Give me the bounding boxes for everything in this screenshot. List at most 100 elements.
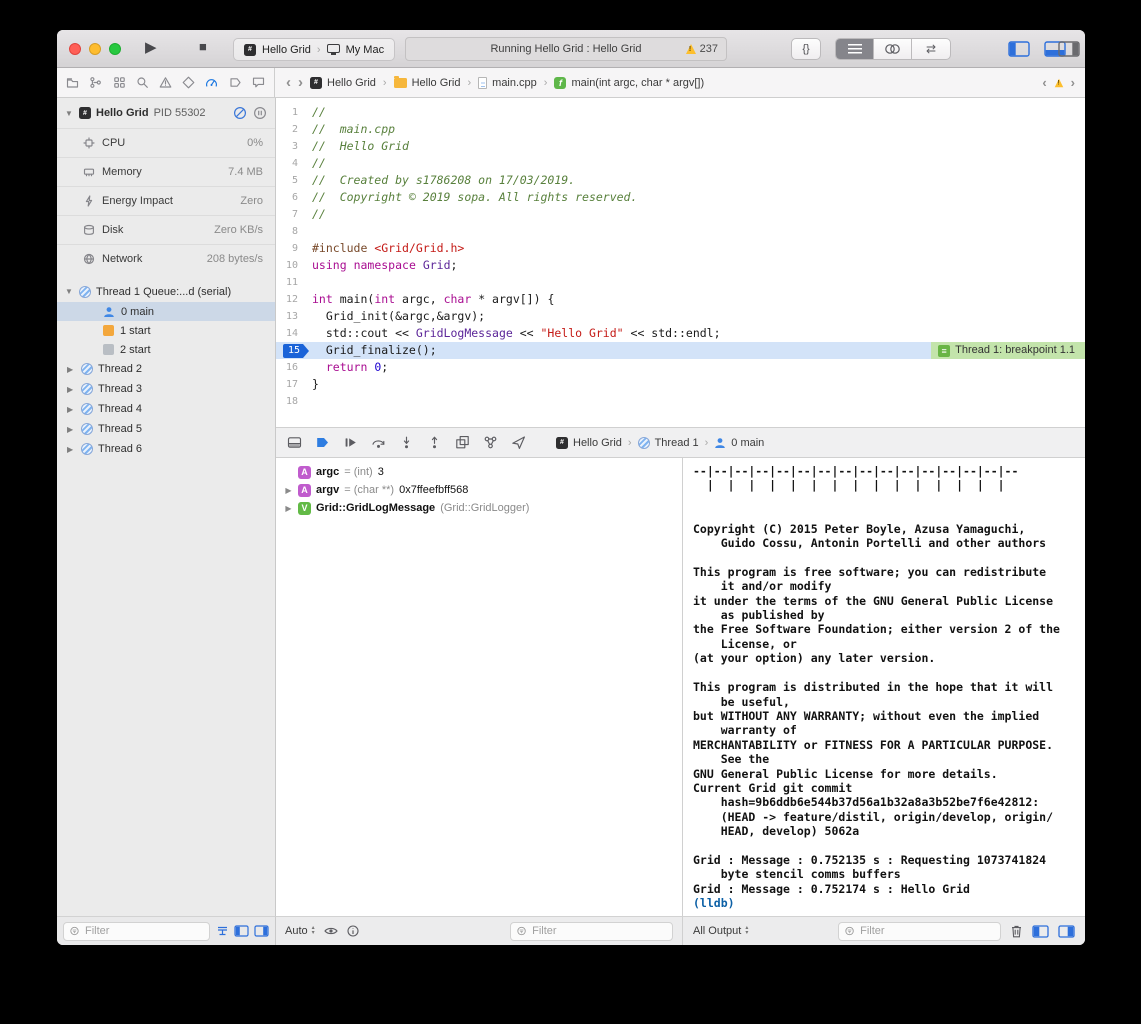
variables-view[interactable]: Aargc= (int)3▶Aargv= (char **)0x7ffeefbf…	[276, 458, 682, 916]
gauge-row[interactable]: Network208 bytes/s	[57, 244, 275, 273]
flatten-frames-icon[interactable]	[216, 925, 229, 937]
code-line[interactable]: 1//	[276, 104, 1085, 121]
scheme-selector[interactable]: # Hello Grid › My Mac	[233, 38, 395, 61]
line-number[interactable]: 17	[276, 376, 312, 393]
breakpoints-toggle-icon[interactable]	[314, 434, 331, 451]
run-button[interactable]: ▶	[145, 38, 157, 56]
code-line[interactable]: 12int main(int argc, char * argv[]) {	[276, 291, 1085, 308]
disclosure-open-icon[interactable]: ▼	[65, 287, 74, 296]
version-editor-button[interactable]: ⇄	[912, 39, 950, 59]
variables-scope-popup[interactable]: Auto ▴▾	[285, 925, 315, 937]
disclosure-closed-icon[interactable]: ▶	[67, 385, 76, 394]
trash-icon[interactable]	[1010, 924, 1023, 938]
close-window-button[interactable]	[69, 43, 81, 55]
pause-process-icon[interactable]	[253, 106, 267, 120]
toggle-navigator-button[interactable]	[1007, 40, 1031, 57]
code-line[interactable]: 11	[276, 274, 1085, 291]
assistant-editor-button[interactable]	[874, 39, 912, 59]
line-number[interactable]: 15	[276, 342, 312, 359]
breakpoint-annotation[interactable]: ≡Thread 1: breakpoint 1.1	[931, 342, 1085, 359]
info-icon[interactable]	[347, 925, 359, 937]
thread-row[interactable]: ▶Thread 3	[57, 379, 275, 399]
line-number[interactable]: 6	[276, 189, 312, 206]
memory-graph-icon[interactable]	[482, 434, 499, 451]
code-line[interactable]: 18	[276, 393, 1085, 410]
process-row[interactable]: ▼ # Hello Grid PID 55302	[57, 98, 275, 128]
line-number[interactable]: 12	[276, 291, 312, 308]
step-out-icon[interactable]	[426, 434, 443, 451]
breadcrumb-project[interactable]: # Hello Grid	[310, 77, 376, 89]
code-line[interactable]: 10using namespace Grid;	[276, 257, 1085, 274]
gauge-row[interactable]: CPU0%	[57, 128, 275, 157]
disclosure-closed-icon[interactable]: ▶	[67, 405, 76, 414]
line-number[interactable]: 16	[276, 359, 312, 376]
code-line[interactable]: 6// Copyright © 2019 sopa. All rights re…	[276, 189, 1085, 206]
gauge-row[interactable]: Energy ImpactZero	[57, 186, 275, 215]
disclosure-closed-icon[interactable]: ▶	[67, 425, 76, 434]
filter-input[interactable]	[858, 924, 994, 938]
line-number[interactable]: 1	[276, 104, 312, 121]
line-number[interactable]: 2	[276, 121, 312, 138]
simulate-location-icon[interactable]	[510, 434, 527, 451]
line-number[interactable]: 18	[276, 393, 312, 410]
filter-field[interactable]	[63, 922, 210, 941]
thread-row[interactable]: ▶Thread 6	[57, 439, 275, 459]
debug-breadcrumb-frame[interactable]: 0 main	[714, 437, 764, 449]
breakpoint-badge[interactable]: 15	[283, 344, 309, 358]
next-issue-button[interactable]: ›	[1071, 76, 1075, 89]
filter-field[interactable]	[838, 922, 1001, 941]
breakpoint-navigator-icon[interactable]	[228, 75, 243, 90]
braces-button[interactable]: {}	[791, 38, 821, 60]
code-line[interactable]: 17}	[276, 376, 1085, 393]
variable-row[interactable]: ▶Aargv= (char **)0x7ffeefbff568	[276, 481, 682, 499]
disclosure-closed-icon[interactable]: ▶	[284, 486, 293, 495]
line-number[interactable]: 7	[276, 206, 312, 223]
zoom-window-button[interactable]	[109, 43, 121, 55]
view-mode-right-icon[interactable]	[254, 925, 269, 937]
line-number[interactable]: 11	[276, 274, 312, 291]
line-number[interactable]: 3	[276, 138, 312, 155]
stack-frame-row[interactable]: 2 start	[57, 340, 275, 359]
breadcrumb-file[interactable]: main.cpp	[478, 77, 537, 89]
warning-counter[interactable]: 237	[686, 38, 718, 60]
line-number[interactable]: 14	[276, 325, 312, 342]
symbol-navigator-icon[interactable]	[112, 75, 127, 90]
forward-button[interactable]: ›	[298, 75, 303, 90]
continue-icon[interactable]	[342, 434, 359, 451]
thread-row[interactable]: ▶Thread 4	[57, 399, 275, 419]
filter-field[interactable]	[510, 922, 673, 941]
report-navigator-icon[interactable]	[251, 75, 266, 90]
line-number[interactable]: 9	[276, 240, 312, 257]
breadcrumb-symbol[interactable]: f main(int argc, char * argv[])	[554, 77, 704, 89]
source-control-navigator-icon[interactable]	[88, 75, 103, 90]
line-number[interactable]: 8	[276, 223, 312, 240]
thread-row[interactable]: ▶Thread 5	[57, 419, 275, 439]
back-button[interactable]: ‹	[286, 75, 291, 90]
console-output-popup[interactable]: All Output ▴▾	[693, 925, 748, 937]
project-navigator-icon[interactable]	[65, 75, 80, 90]
gauge-row[interactable]: Memory7.4 MB	[57, 157, 275, 186]
previous-issue-button[interactable]: ‹	[1042, 76, 1046, 89]
code-line[interactable]: 16 return 0;	[276, 359, 1085, 376]
filter-input[interactable]	[83, 924, 203, 938]
hide-debug-area-icon[interactable]	[286, 434, 303, 451]
thread-1-row[interactable]: ▼ Thread 1 Queue:...d (serial)	[57, 281, 275, 302]
stop-button[interactable]: ■	[199, 39, 207, 54]
source-editor[interactable]: 1//2// main.cpp3// Hello Grid4//5// Crea…	[276, 98, 1085, 427]
code-line[interactable]: 4//	[276, 155, 1085, 172]
step-into-icon[interactable]	[398, 434, 415, 451]
debug-breadcrumb-thread[interactable]: Thread 1	[638, 437, 699, 449]
test-navigator-icon[interactable]	[181, 75, 196, 90]
issue-navigator-icon[interactable]	[158, 75, 173, 90]
disclosure-closed-icon[interactable]: ▶	[67, 445, 76, 454]
toggle-variables-pane-icon[interactable]	[1032, 925, 1049, 938]
step-over-icon[interactable]	[370, 434, 387, 451]
code-line[interactable]: 9#include <Grid/Grid.h>	[276, 240, 1085, 257]
code-line[interactable]: 15 Grid_finalize();≡Thread 1: breakpoint…	[276, 342, 1085, 359]
disclosure-closed-icon[interactable]: ▶	[284, 504, 293, 513]
toggle-utilities-button[interactable]	[1057, 40, 1081, 57]
line-number[interactable]: 13	[276, 308, 312, 325]
filter-input[interactable]	[530, 924, 666, 938]
variable-row[interactable]: ▶VGrid::GridLogMessage(Grid::GridLogger)	[276, 499, 682, 517]
debug-breadcrumb-process[interactable]: # Hello Grid	[556, 437, 622, 449]
